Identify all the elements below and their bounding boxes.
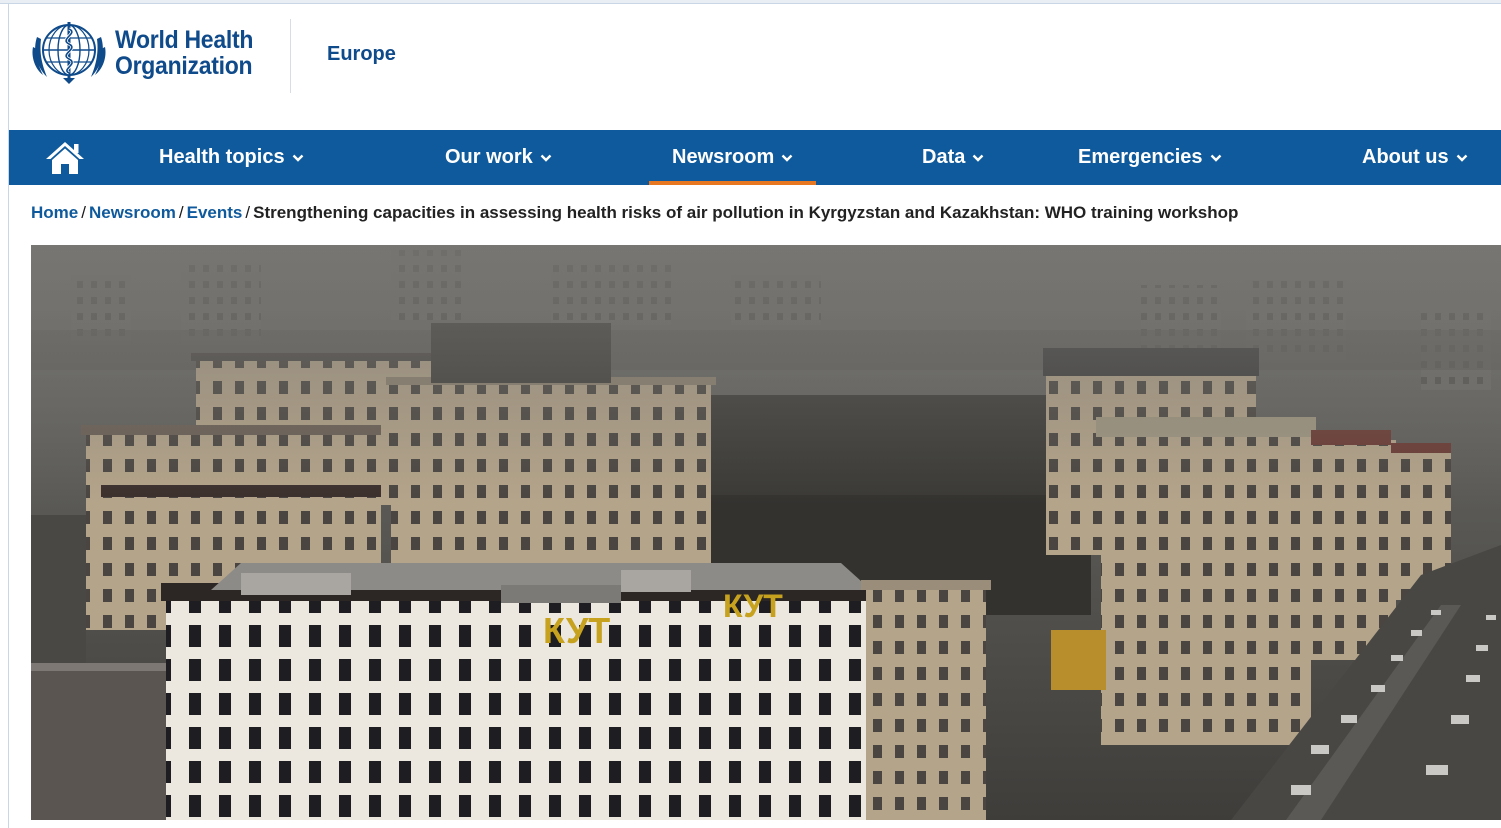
breadcrumb-home-link[interactable]: Home bbox=[31, 203, 78, 222]
nav-label: Emergencies bbox=[1078, 146, 1203, 168]
hero-photo: КУТ КУТ bbox=[31, 245, 1501, 820]
chevron-down-icon bbox=[781, 154, 793, 162]
nav-label: Newsroom bbox=[672, 146, 775, 168]
nav-item-emergencies[interactable]: Emergencies bbox=[1078, 130, 1222, 185]
main-navigation: Health topics Our work Newsroom Data Eme… bbox=[9, 130, 1501, 185]
breadcrumb-separator: / bbox=[81, 203, 86, 222]
breadcrumb: Home / Newsroom / Events / Strengthening capac… bbox=[31, 203, 1238, 223]
who-emblem-icon bbox=[32, 22, 106, 84]
nav-label: About us bbox=[1362, 146, 1449, 168]
site-header: World Health Organization Europe bbox=[9, 5, 1501, 130]
breadcrumb-newsroom-link[interactable]: Newsroom bbox=[89, 203, 176, 222]
browser-frame-top bbox=[0, 0, 1501, 4]
breadcrumb-events-link[interactable]: Events bbox=[187, 203, 243, 222]
nav-item-about-us[interactable]: About us bbox=[1362, 130, 1468, 185]
nav-item-data[interactable]: Data bbox=[922, 130, 984, 185]
region-link-europe[interactable]: Europe bbox=[327, 43, 396, 66]
breadcrumb-separator: / bbox=[178, 203, 184, 222]
rooftop-sign-left: КУТ bbox=[543, 610, 610, 651]
header-divider bbox=[290, 19, 291, 93]
chevron-down-icon bbox=[292, 154, 303, 162]
nav-label: Our work bbox=[445, 146, 533, 168]
nav-item-health-topics[interactable]: Health topics bbox=[159, 130, 304, 185]
breadcrumb-separator: / bbox=[245, 203, 251, 222]
chevron-down-icon bbox=[1456, 154, 1468, 162]
logo-wordmark: World Health Organization bbox=[115, 27, 253, 79]
breadcrumb-current-page: Strengthening capacities in assessing he… bbox=[253, 203, 1239, 222]
hero-image-city-smog: КУТ КУТ bbox=[31, 245, 1501, 820]
nav-item-our-work[interactable]: Our work bbox=[445, 130, 552, 185]
chevron-down-icon bbox=[973, 154, 984, 162]
home-icon[interactable] bbox=[43, 139, 87, 177]
logo-line-2: Organization bbox=[115, 52, 253, 80]
logo-line-1: World Health bbox=[115, 26, 254, 54]
nav-label: Data bbox=[922, 146, 966, 168]
nav-item-newsroom[interactable]: Newsroom bbox=[648, 130, 817, 185]
nav-label: Health topics bbox=[159, 146, 285, 168]
rooftop-sign-right: КУТ bbox=[723, 588, 783, 624]
chevron-down-icon bbox=[540, 154, 552, 162]
chevron-down-icon bbox=[1210, 154, 1221, 162]
who-logo-link[interactable]: World Health Organization bbox=[29, 17, 265, 89]
